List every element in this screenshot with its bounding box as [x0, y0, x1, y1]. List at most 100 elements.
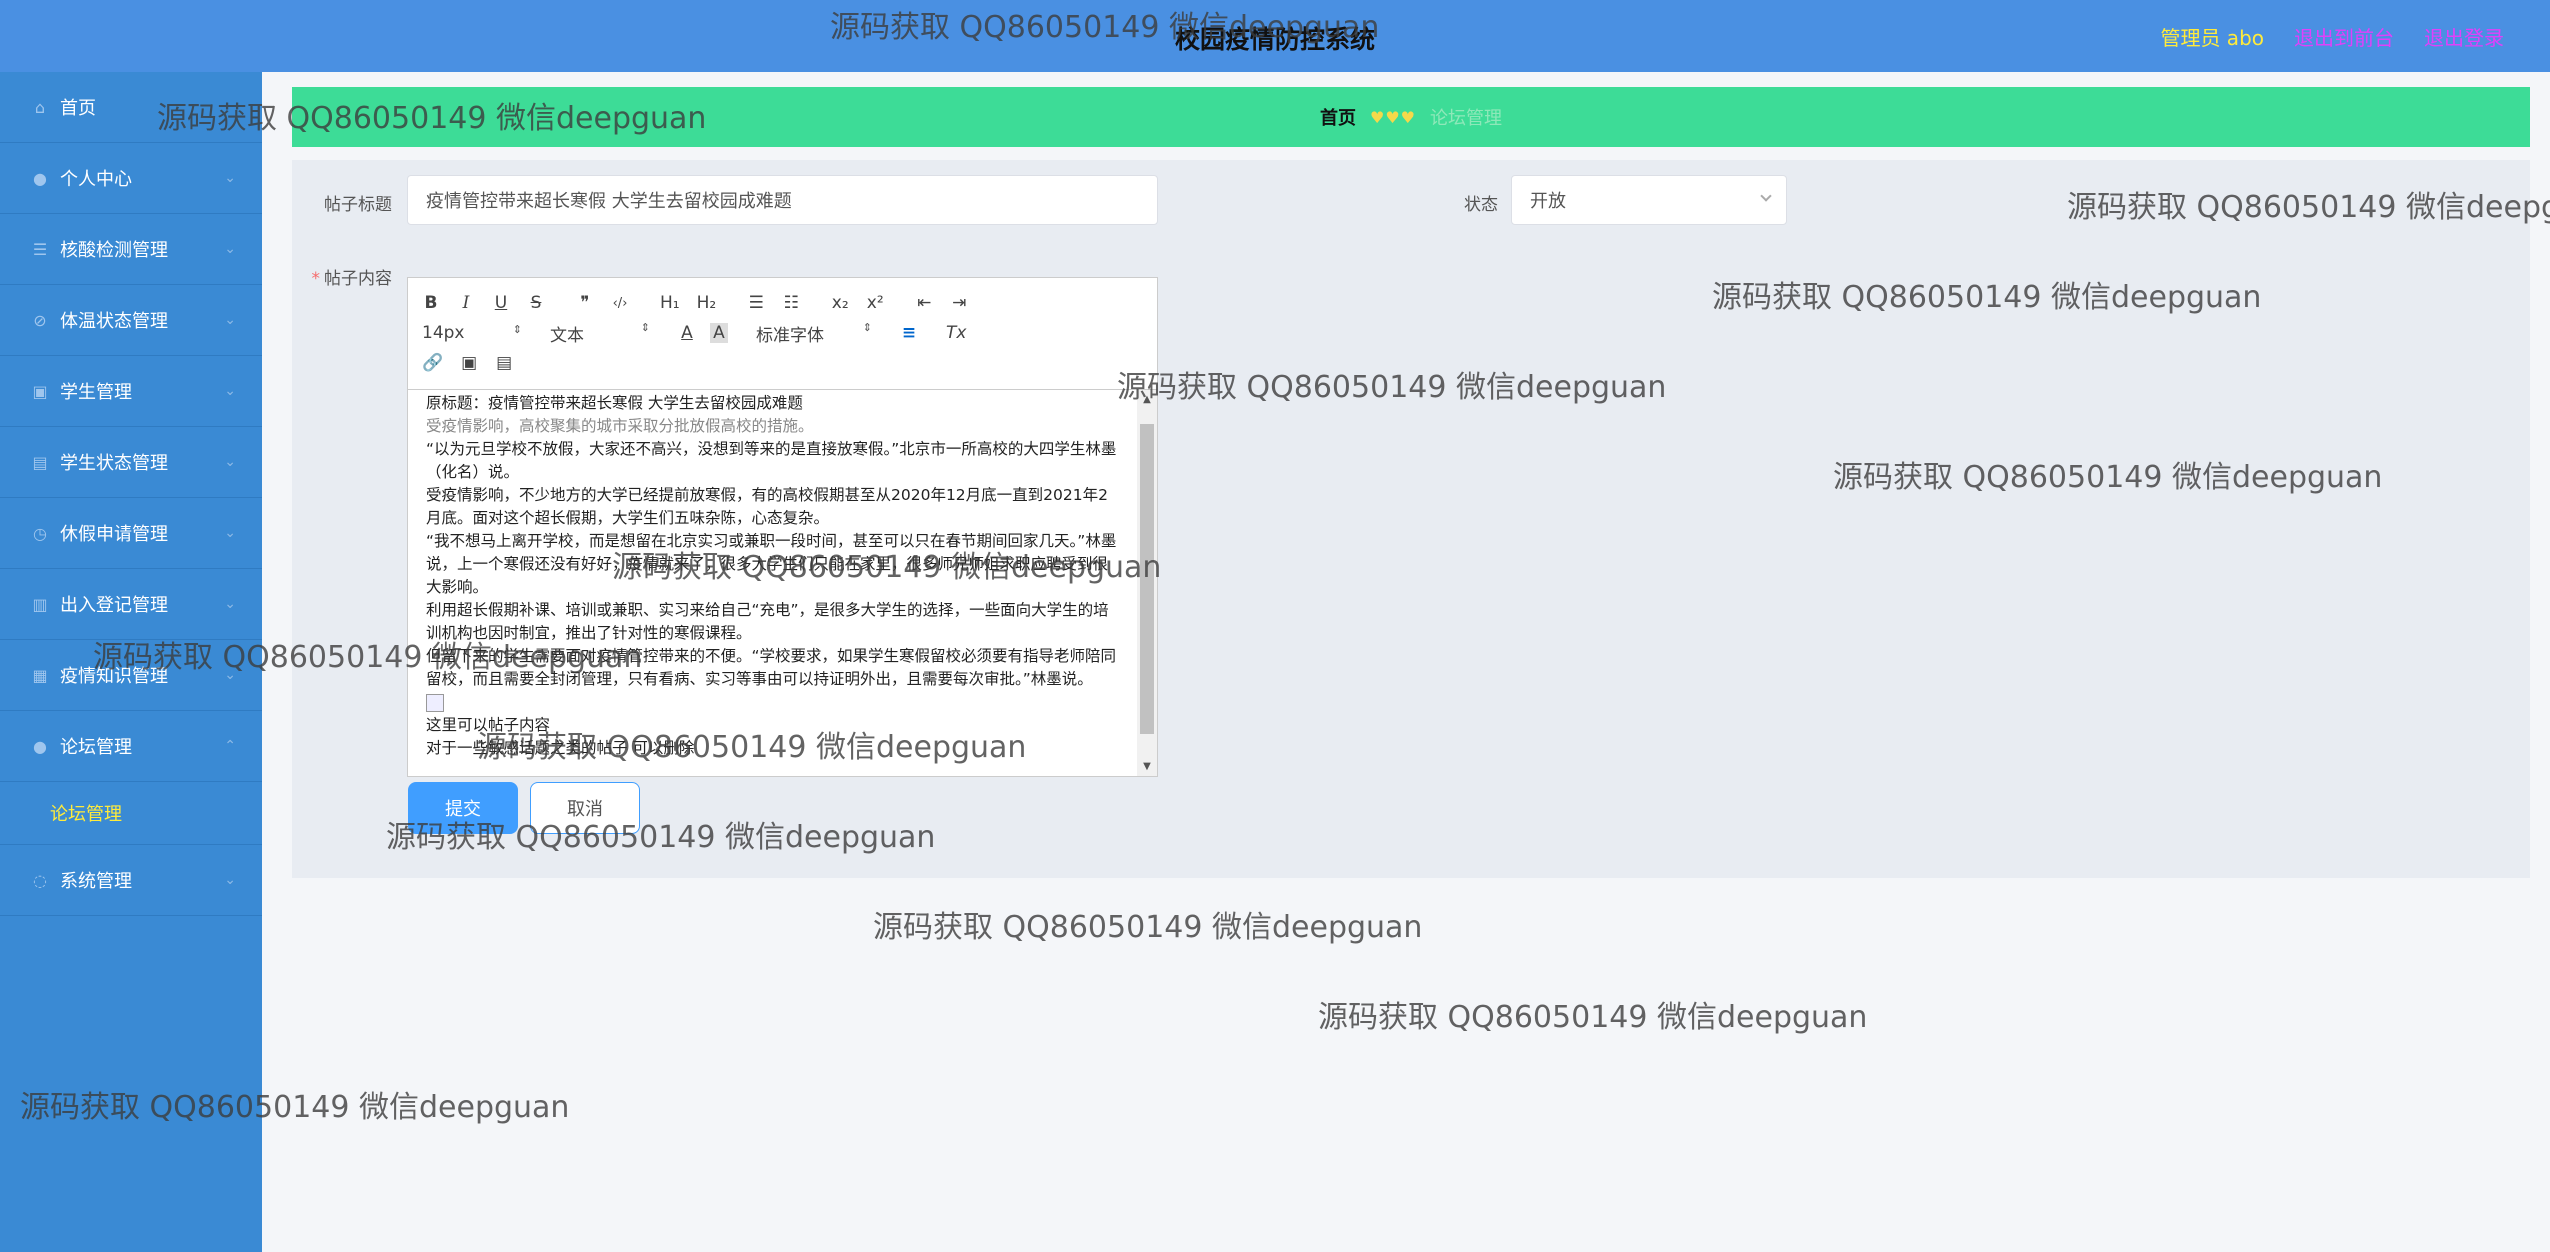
content-line: 但留下来的学生需要面对疫情管控带来的不便。“学校要求，如果学生寒假留校必须要有指…: [426, 647, 1117, 688]
underline-button[interactable]: U: [492, 293, 510, 313]
background-color-button[interactable]: A: [710, 323, 728, 343]
broken-image-icon: [426, 693, 444, 712]
link-icon: 🔗: [422, 353, 444, 373]
sidebar-item-nucleic-test[interactable]: ☰ 核酸检测管理 ⌄: [0, 214, 262, 285]
breadcrumb: 首页 ♥♥♥ 论坛管理: [292, 87, 2530, 147]
sidebar-item-label: 学生状态管理: [60, 453, 168, 474]
editor-scrollbar[interactable]: ▲ ▼: [1137, 390, 1157, 776]
breadcrumb-separator: ♥♥♥: [1369, 107, 1417, 127]
sidebar-item-leave[interactable]: ◷ 休假申请管理 ⌄: [0, 498, 262, 569]
chevron-down-icon: ⌄: [224, 241, 236, 257]
sidebar-item-label: 体温状态管理: [60, 311, 168, 332]
sliders-icon: ☰: [32, 239, 48, 259]
cancel-button[interactable]: 取消: [530, 782, 640, 834]
link-button[interactable]: 🔗: [422, 353, 443, 373]
scrollbar-thumb[interactable]: [1140, 424, 1154, 734]
status-label: 状态: [1464, 195, 1498, 215]
clipboard-icon: ▤: [32, 452, 48, 472]
italic-button[interactable]: I: [457, 293, 475, 313]
h2-button[interactable]: H₂: [697, 293, 717, 313]
sidebar-item-label: 首页: [60, 98, 96, 119]
rich-text-editor: B I U S ❞ ‹/› H₁ H₂ ☰ ☷ x₂ x² ⇤ ⇥ 14px ⇕ …: [407, 277, 1158, 777]
status-select[interactable]: 开放: [1511, 175, 1787, 225]
sidebar-item-label: 系统管理: [60, 871, 132, 892]
h1-button[interactable]: H₁: [660, 293, 680, 313]
image-button[interactable]: ▣: [460, 353, 478, 373]
scroll-up-icon[interactable]: ▲: [1137, 394, 1157, 405]
chevron-down-icon: [1760, 190, 1772, 202]
sidebar-item-access-log[interactable]: ▥ 出入登记管理 ⌄: [0, 569, 262, 640]
sidebar-item-label: 个人中心: [60, 169, 132, 190]
editor-content[interactable]: 原标题：疫情管控带来超长寒假 大学生去留校园成难题 受疫情影响，高校聚集的城市采…: [408, 390, 1138, 776]
code-button[interactable]: ‹/›: [611, 296, 629, 311]
ordered-list-button[interactable]: ☰: [747, 293, 765, 313]
editor-toolbar: B I U S ❞ ‹/› H₁ H₂ ☰ ☷ x₂ x² ⇤ ⇥ 14px ⇕ …: [408, 278, 1157, 390]
header-actions: 管理员 abo 退出到前台 退出登录: [2160, 22, 2504, 51]
bold-button[interactable]: B: [422, 293, 440, 313]
sidebar-item-students[interactable]: ▣ 学生管理 ⌄: [0, 356, 262, 427]
bullet-list-button[interactable]: ☷: [782, 293, 800, 313]
title-input[interactable]: 疫情管控带来超长寒假 大学生去留校园成难题: [407, 175, 1158, 225]
chart-icon: ▥: [32, 594, 48, 614]
updown-icon: ⇕: [512, 323, 522, 336]
sidebar-subitem-forum-manage[interactable]: 论坛管理: [0, 782, 262, 845]
watermark: 源码获取 QQ86050149 微信deepguan: [873, 910, 1423, 945]
superscript-button[interactable]: x²: [866, 293, 884, 313]
font-family-value: 标准字体: [756, 325, 824, 346]
clear-format-button[interactable]: Tx: [946, 323, 966, 343]
video-icon: ▤: [496, 353, 513, 373]
sidebar-item-label: 疫情知识管理: [60, 666, 168, 687]
content-line: 利用超长假期补课、培训或兼职、实习来给自己“充电”，是很多大学生的选择，一些面向…: [426, 601, 1109, 642]
sidebar-item-label: 论坛管理: [60, 737, 132, 758]
indent-button[interactable]: ⇥: [950, 293, 968, 313]
sidebar-item-label: 休假申请管理: [60, 524, 168, 545]
sidebar-item-student-status[interactable]: ▤ 学生状态管理 ⌄: [0, 427, 262, 498]
thermometer-icon: ⊘: [33, 310, 47, 330]
chevron-down-icon: ⌄: [224, 596, 236, 612]
globe-icon: ◌: [33, 870, 47, 890]
strike-button[interactable]: S: [527, 293, 545, 313]
user-icon: ●: [33, 736, 47, 756]
breadcrumb-home[interactable]: 首页: [1320, 104, 1356, 130]
content-line: “我不想马上离开学校，而是想留在北京实习或兼职一段时间，甚至可以只在春节期间回家…: [426, 532, 1117, 596]
font-family-select[interactable]: 标准字体 ⇕: [756, 321, 872, 346]
chevron-down-icon: ⌄: [224, 454, 236, 470]
image-icon: ▣: [32, 381, 48, 401]
sidebar-item-system[interactable]: ◌ 系统管理 ⌄: [0, 845, 262, 916]
logout-link[interactable]: 退出登录: [2424, 22, 2504, 51]
sidebar-item-home[interactable]: ⌂ 首页: [0, 72, 262, 143]
content-line: 受疫情影响，不少地方的大学已经提前放寒假，有的高校假期甚至从2020年12月底一…: [426, 486, 1108, 527]
current-user: 管理员 abo: [2160, 26, 2264, 50]
block-format-select[interactable]: 文本 ⇕: [550, 321, 650, 346]
back-to-frontend-link[interactable]: 退出到前台: [2294, 22, 2394, 51]
quote-button[interactable]: ❞: [576, 293, 594, 313]
content-image: [426, 691, 1120, 714]
required-mark: *: [311, 269, 321, 289]
chevron-down-icon: ⌄: [224, 872, 236, 888]
content-line: “以为元旦学校不放假，大家还不高兴，没想到等来的是直接放寒假。”北京市一所高校的…: [426, 440, 1117, 481]
content-line: 受疫情影响，高校聚集的城市采取分批放假高校的措施。: [426, 417, 814, 435]
chevron-down-icon: ⌄: [224, 667, 236, 683]
chevron-down-icon: ⌄: [224, 170, 236, 186]
watermark: 源码获取 QQ86050149 微信deepguan: [1318, 1000, 1868, 1035]
scroll-down-icon[interactable]: ▼: [1137, 761, 1157, 772]
sidebar-item-knowledge[interactable]: ▦ 疫情知识管理 ⌄: [0, 640, 262, 711]
sidebar-item-label: 学生管理: [60, 382, 132, 403]
font-size-select[interactable]: 14px ⇕: [422, 323, 522, 343]
sidebar-item-forum[interactable]: ● 论坛管理 ⌃: [0, 711, 262, 782]
breadcrumb-current: 论坛管理: [1430, 108, 1503, 129]
submit-button[interactable]: 提交: [408, 782, 518, 834]
subscript-button[interactable]: x₂: [831, 293, 849, 313]
align-button[interactable]: ≡: [900, 323, 918, 343]
content-line: 这里可以帖子内容: [426, 716, 551, 734]
outdent-button[interactable]: ⇤: [915, 293, 933, 313]
status-select-value: 开放: [1530, 191, 1566, 212]
font-size-value: 14px: [422, 323, 465, 343]
text-color-button[interactable]: A: [678, 323, 696, 343]
block-format-value: 文本: [550, 325, 584, 346]
chevron-down-icon: ⌄: [224, 525, 236, 541]
sidebar-item-profile[interactable]: ● 个人中心 ⌄: [0, 143, 262, 214]
sidebar-item-label: 核酸检测管理: [60, 240, 168, 261]
sidebar-item-temperature[interactable]: ⊘ 体温状态管理 ⌄: [0, 285, 262, 356]
video-button[interactable]: ▤: [495, 353, 513, 373]
